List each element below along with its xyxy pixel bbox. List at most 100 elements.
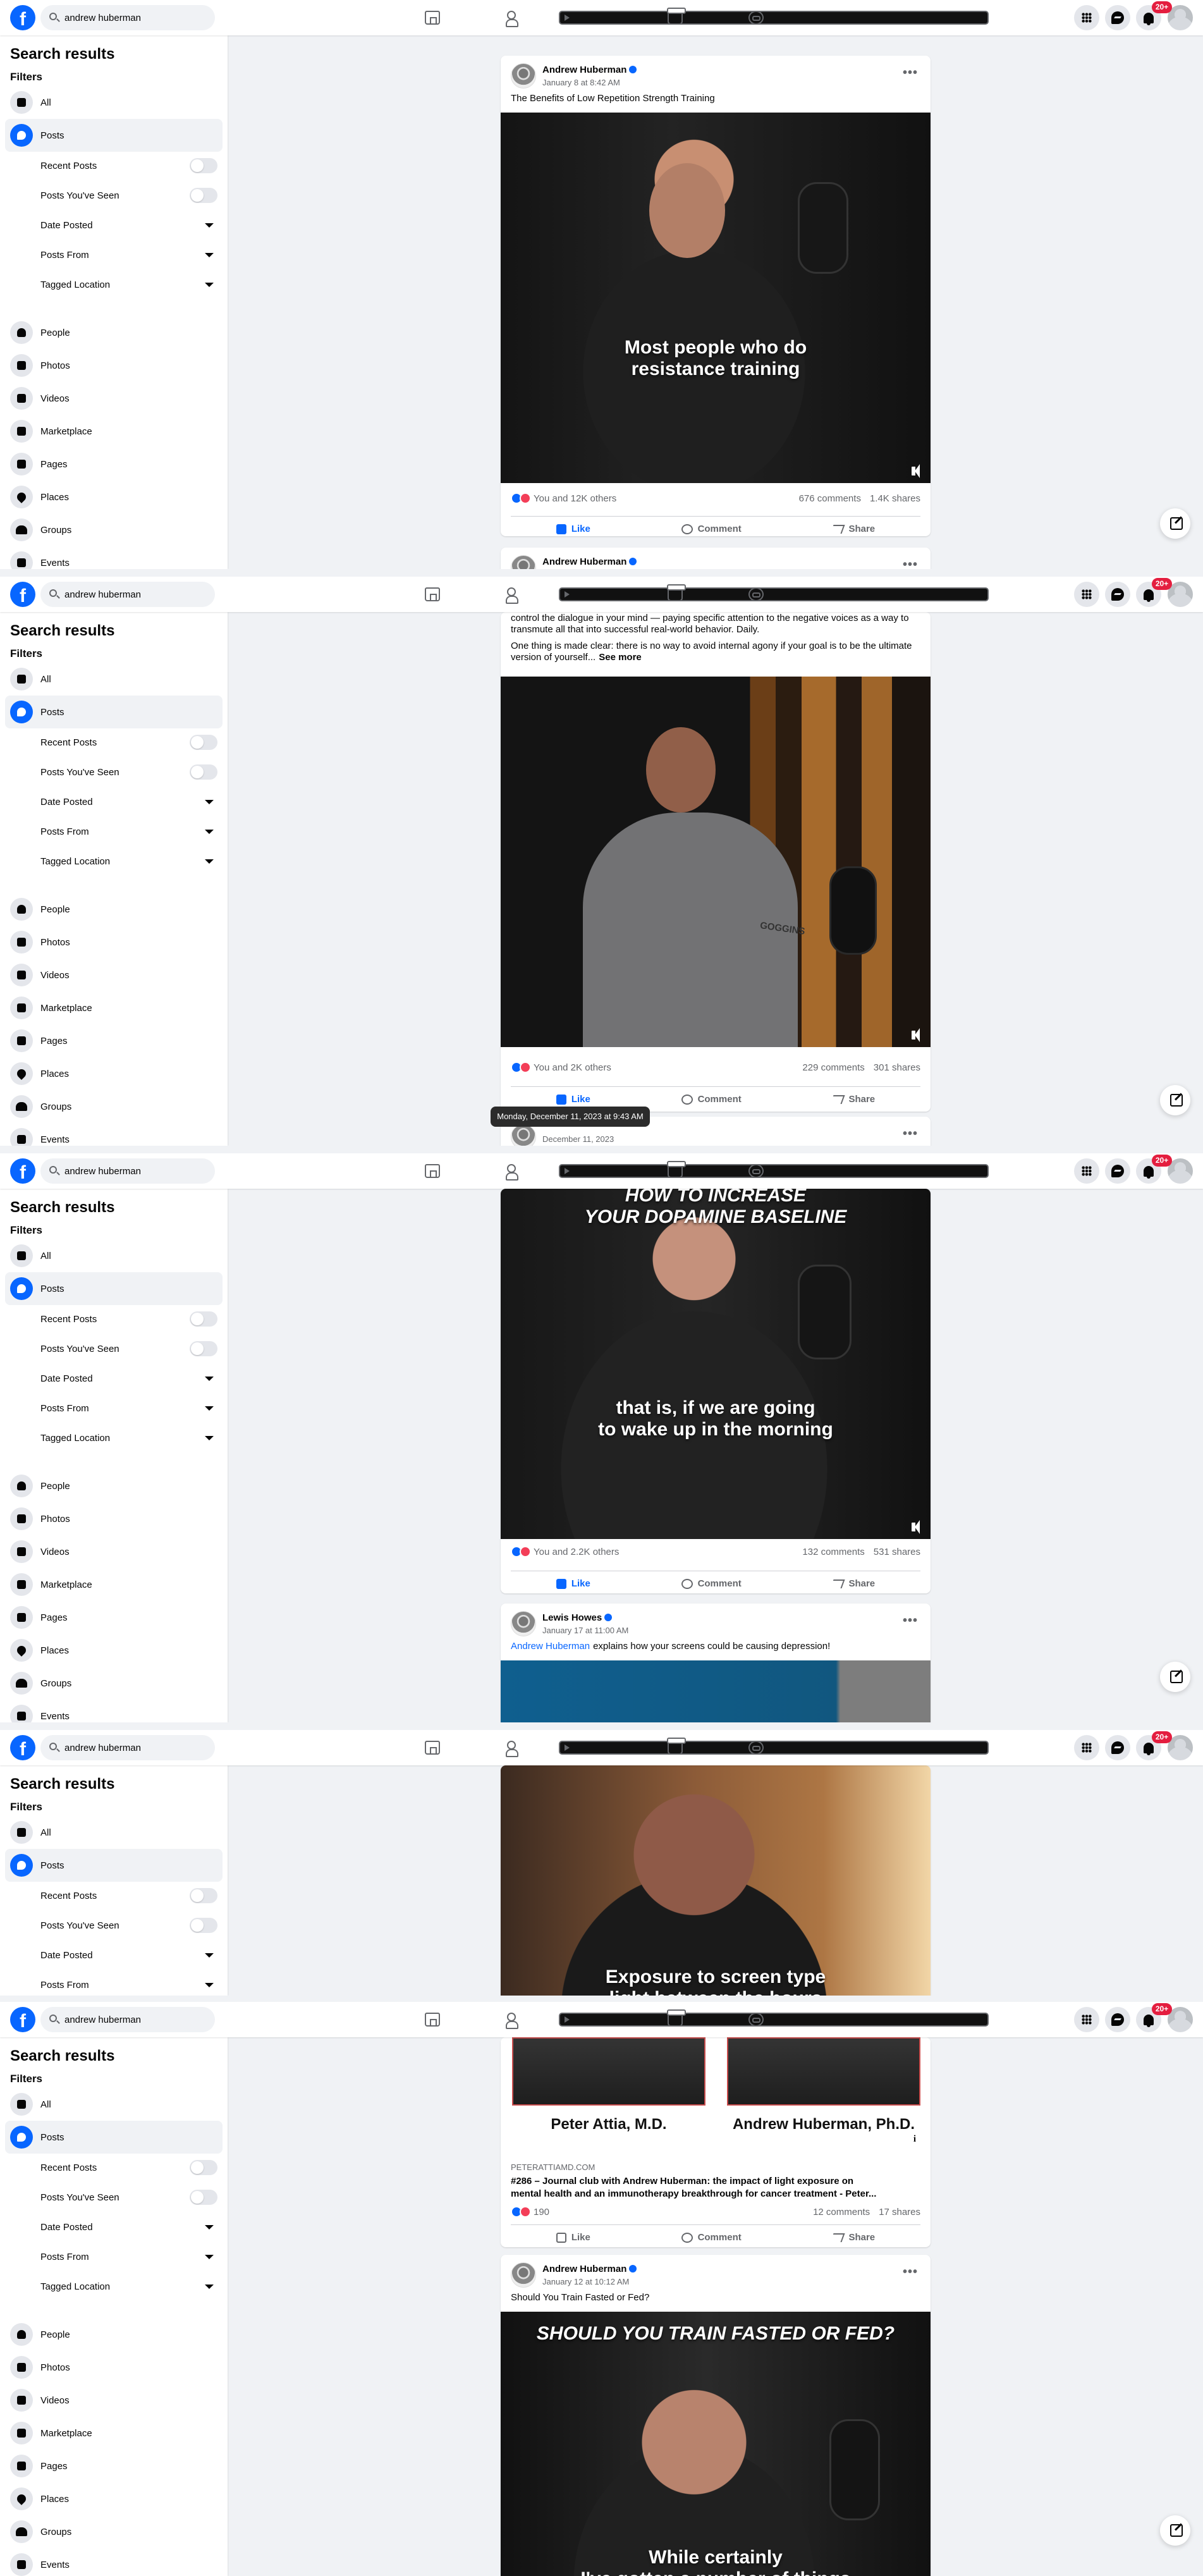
nav-tab-video[interactable]: [559, 2002, 989, 2037]
more-options-icon[interactable]: •••: [903, 558, 918, 569]
nav-tab-market[interactable]: [640, 1153, 711, 1189]
see-more-link[interactable]: See more: [599, 652, 642, 663]
author-avatar[interactable]: [511, 63, 536, 89]
search-input[interactable]: [64, 2013, 204, 2026]
nav-tab-home[interactable]: [397, 1153, 468, 1189]
like-button[interactable]: Like: [556, 524, 590, 534]
toggle-switch[interactable]: [190, 1918, 217, 1933]
author-avatar[interactable]: [511, 1611, 536, 1636]
messenger-button[interactable]: [1105, 1158, 1130, 1184]
nav-tab-friends[interactable]: [478, 1730, 549, 1765]
share-count[interactable]: 17 shares: [879, 2207, 920, 2217]
filter-posts-from[interactable]: Posts From: [40, 241, 217, 269]
new-message-button[interactable]: [1160, 1662, 1190, 1692]
filter-tagged-location[interactable]: Tagged Location: [40, 271, 217, 298]
sidebar-item-people[interactable]: People: [5, 1469, 223, 1502]
filter-tagged-location[interactable]: Tagged Location: [40, 2272, 217, 2300]
more-options-icon[interactable]: •••: [903, 2265, 918, 2279]
filter-tagged-location[interactable]: Tagged Location: [40, 1424, 217, 1452]
toggle-switch[interactable]: [190, 764, 217, 780]
search-box[interactable]: [40, 2007, 215, 2032]
post-timestamp[interactable]: December 11, 2023: [542, 1134, 614, 1144]
comment-button[interactable]: Comment: [681, 524, 742, 534]
search-box[interactable]: [40, 582, 215, 607]
nav-tab-video[interactable]: [559, 577, 989, 612]
sidebar-item-photos[interactable]: Photos: [5, 1502, 223, 1535]
nav-tab-video[interactable]: [559, 0, 989, 35]
nav-tab-home[interactable]: [397, 0, 468, 35]
nav-tab-gaming[interactable]: [721, 577, 791, 612]
sidebar-item-places[interactable]: Places: [5, 481, 223, 513]
reaction-summary[interactable]: You and 2.2K others: [511, 1546, 619, 1557]
filter-posts-you-ve-seen[interactable]: Posts You've Seen: [40, 2183, 217, 2211]
filter-date-posted[interactable]: Date Posted: [40, 2213, 217, 2241]
post-video[interactable]: SHOULD YOU TRAIN FASTED OR FED? While cer…: [501, 2312, 931, 2576]
nav-tab-video[interactable]: [559, 1730, 989, 1765]
sidebar-item-events[interactable]: Events: [5, 2548, 223, 2576]
share-button[interactable]: Share: [830, 1578, 875, 1589]
volume-icon[interactable]: [912, 1520, 923, 1534]
more-options-icon[interactable]: •••: [903, 1614, 918, 1628]
toggle-switch[interactable]: [190, 1888, 217, 1903]
sidebar-item-photos[interactable]: Photos: [5, 926, 223, 959]
filter-tagged-location[interactable]: Tagged Location: [40, 847, 217, 875]
filter-recent-posts[interactable]: Recent Posts: [40, 728, 217, 756]
nav-tab-market[interactable]: [640, 1730, 711, 1765]
reaction-summary[interactable]: 190: [511, 2206, 549, 2217]
sidebar-item-pages[interactable]: Pages: [5, 1024, 223, 1057]
menu-button[interactable]: [1074, 1158, 1099, 1184]
search-input[interactable]: [64, 1741, 204, 1754]
sidebar-item-pages[interactable]: Pages: [5, 1601, 223, 1634]
reaction-summary[interactable]: You and 12K others: [511, 493, 616, 504]
filter-posts-you-ve-seen[interactable]: Posts You've Seen: [40, 181, 217, 209]
sidebar-item-pages[interactable]: Pages: [5, 2450, 223, 2482]
mentioned-profile-link[interactable]: Andrew Huberman: [511, 1641, 590, 1652]
toggle-switch[interactable]: [190, 1311, 217, 1327]
sidebar-item-all[interactable]: All: [5, 2088, 223, 2121]
post-timestamp[interactable]: January 17 at 11:00 AM: [542, 1626, 628, 1635]
sidebar-item-people[interactable]: People: [5, 2318, 223, 2351]
sidebar-item-photos[interactable]: Photos: [5, 2351, 223, 2384]
sidebar-item-posts[interactable]: Posts: [5, 1272, 223, 1305]
filter-posts-from[interactable]: Posts From: [40, 1971, 217, 1996]
sidebar-item-posts[interactable]: Posts: [5, 1849, 223, 1882]
sidebar-item-events[interactable]: Events: [5, 1700, 223, 1722]
filter-recent-posts[interactable]: Recent Posts: [40, 2154, 217, 2181]
sidebar-item-events[interactable]: Events: [5, 546, 223, 569]
toggle-switch[interactable]: [190, 735, 217, 750]
filter-posts-from[interactable]: Posts From: [40, 818, 217, 845]
share-count[interactable]: 531 shares: [874, 1547, 920, 1557]
author-name[interactable]: Lewis Howes: [542, 1612, 613, 1623]
nav-tab-market[interactable]: [640, 0, 711, 35]
volume-icon[interactable]: [912, 464, 923, 478]
messenger-button[interactable]: [1105, 1735, 1130, 1760]
sidebar-item-groups[interactable]: Groups: [5, 1667, 223, 1700]
menu-button[interactable]: [1074, 582, 1099, 607]
share-button[interactable]: Share: [830, 524, 875, 534]
comment-count[interactable]: 229 comments: [802, 1062, 864, 1073]
share-button[interactable]: Share: [830, 1094, 875, 1105]
search-box[interactable]: [40, 1158, 215, 1184]
nav-tab-friends[interactable]: [478, 2002, 549, 2037]
volume-icon[interactable]: [912, 1028, 923, 1042]
reaction-summary[interactable]: You and 2K others: [511, 1062, 611, 1073]
sidebar-item-places[interactable]: Places: [5, 1634, 223, 1667]
search-input[interactable]: [64, 588, 204, 601]
sidebar-item-marketplace[interactable]: Marketplace: [5, 2417, 223, 2450]
nav-tab-home[interactable]: [397, 1730, 468, 1765]
share-count[interactable]: 301 shares: [874, 1062, 920, 1073]
share-count[interactable]: 1.4K shares: [870, 493, 920, 504]
menu-button[interactable]: [1074, 5, 1099, 30]
link-title[interactable]: mental health and an immunotherapy break…: [511, 2188, 903, 2200]
sidebar-item-photos[interactable]: Photos: [5, 349, 223, 382]
post-video[interactable]: HOW TO INCREASE YOUR DOPAMINE BASELINE tha…: [501, 1189, 931, 1539]
nav-tab-friends[interactable]: [478, 0, 549, 35]
nav-tab-video[interactable]: [559, 1153, 989, 1189]
search-input[interactable]: [64, 11, 204, 24]
sidebar-item-people[interactable]: People: [5, 893, 223, 926]
post-video-preview[interactable]: [501, 1660, 931, 1722]
sidebar-item-places[interactable]: Places: [5, 2482, 223, 2515]
menu-button[interactable]: [1074, 1735, 1099, 1760]
post-timestamp[interactable]: January 12 at 10:12 AM: [542, 2277, 629, 2286]
nav-tab-home[interactable]: [397, 577, 468, 612]
